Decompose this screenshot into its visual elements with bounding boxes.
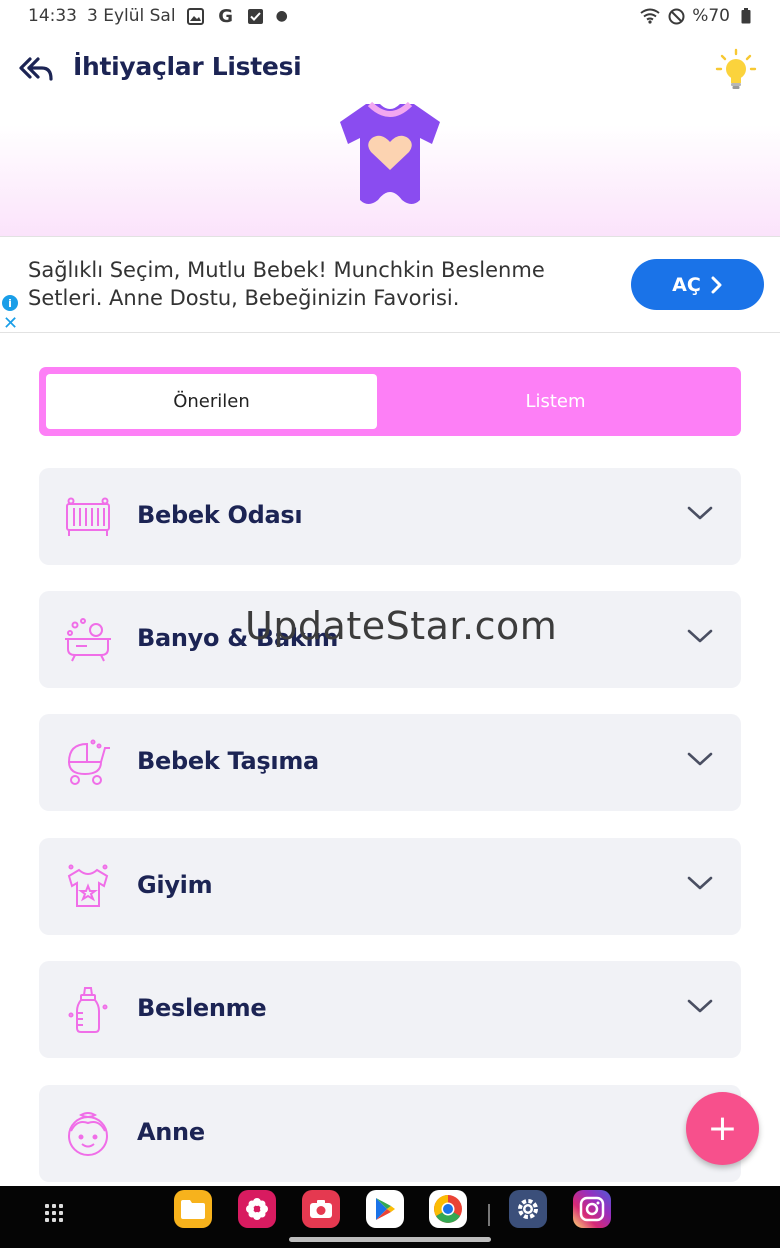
battery-percent: %70 <box>692 6 730 26</box>
watermark: UpdateStar.com <box>245 604 558 648</box>
category-label: Giyim <box>137 871 213 899</box>
ad-open-label: AÇ <box>672 273 701 296</box>
instagram-app-icon[interactable] <box>573 1190 611 1228</box>
ad-text: Sağlıklı Seçim, Mutlu Bebek! Munchkin Be… <box>28 258 545 310</box>
add-fab-button[interactable]: + <box>686 1092 759 1165</box>
category-label: Bebek Odası <box>137 501 303 529</box>
check-notification-icon <box>246 6 266 26</box>
segment-tabs: Önerilen Listem <box>39 367 741 436</box>
navigation-bar <box>0 1186 780 1248</box>
gallery-app-icon[interactable] <box>238 1190 276 1228</box>
status-time: 14:33 <box>28 6 77 26</box>
ad-close-icon[interactable]: ✕ <box>3 313 18 334</box>
chevron-down-icon[interactable] <box>687 627 713 645</box>
bathtub-icon <box>63 615 113 665</box>
ad-open-button[interactable]: AÇ <box>631 259 764 310</box>
category-beslenme[interactable]: Beslenme <box>39 961 741 1058</box>
category-label: Bebek Taşıma <box>137 747 319 775</box>
play-store-app-icon[interactable] <box>366 1190 404 1228</box>
chevron-down-icon[interactable] <box>687 750 713 768</box>
more-notifications-icon: ● <box>275 8 288 24</box>
camera-app-icon[interactable] <box>302 1190 340 1228</box>
category-label: Beslenme <box>137 994 267 1022</box>
tab-listem[interactable]: Listem <box>377 374 734 429</box>
dock-separator <box>488 1204 490 1226</box>
settings-app-icon[interactable] <box>509 1190 547 1228</box>
files-app-icon[interactable] <box>174 1190 212 1228</box>
plus-icon: + <box>707 1108 738 1149</box>
mother-face-icon <box>63 1109 113 1159</box>
chevron-right-icon <box>711 276 722 293</box>
category-bebek-odasi[interactable]: Bebek Odası <box>39 468 741 565</box>
crib-icon <box>63 492 113 542</box>
chevron-down-icon[interactable] <box>687 504 713 522</box>
category-giyim[interactable]: Giyim <box>39 838 741 935</box>
google-notification-icon: G <box>218 5 233 27</box>
back-arrow-icon <box>19 57 53 81</box>
bottle-icon <box>63 985 113 1035</box>
header: İhtiyaçlar Listesi <box>0 34 780 236</box>
wifi-icon <box>640 6 660 26</box>
status-left: 14:33 3 Eylül Sal G ● <box>28 5 288 27</box>
status-right: %70 <box>640 6 756 26</box>
back-button[interactable] <box>16 50 56 90</box>
tab-onerilen[interactable]: Önerilen <box>46 374 377 429</box>
category-label: Anne <box>137 1118 205 1146</box>
page-title: İhtiyaçlar Listesi <box>73 52 302 81</box>
chrome-app-icon[interactable] <box>429 1190 467 1228</box>
home-gesture-bar[interactable] <box>289 1237 491 1242</box>
ad-info-icon[interactable]: i <box>2 295 18 311</box>
tshirt-icon <box>63 862 113 912</box>
do-not-disturb-icon <box>666 6 686 26</box>
status-date: 3 Eylül Sal <box>87 6 176 26</box>
chevron-down-icon[interactable] <box>687 874 713 892</box>
category-anne[interactable]: Anne <box>39 1085 741 1182</box>
gallery-notification-icon <box>186 6 206 26</box>
status-bar: 14:33 3 Eylül Sal G ● %70 <box>0 0 780 34</box>
app-drawer-icon[interactable] <box>45 1204 63 1222</box>
ad-banner[interactable]: Sağlıklı Seçim, Mutlu Bebek! Munchkin Be… <box>0 236 780 334</box>
chevron-down-icon[interactable] <box>687 997 713 1015</box>
category-bebek-tasima[interactable]: Bebek Taşıma <box>39 714 741 811</box>
lightbulb-icon[interactable] <box>714 48 758 92</box>
onesie-illustration <box>336 100 444 210</box>
stroller-icon <box>63 738 113 788</box>
battery-icon <box>736 6 756 26</box>
